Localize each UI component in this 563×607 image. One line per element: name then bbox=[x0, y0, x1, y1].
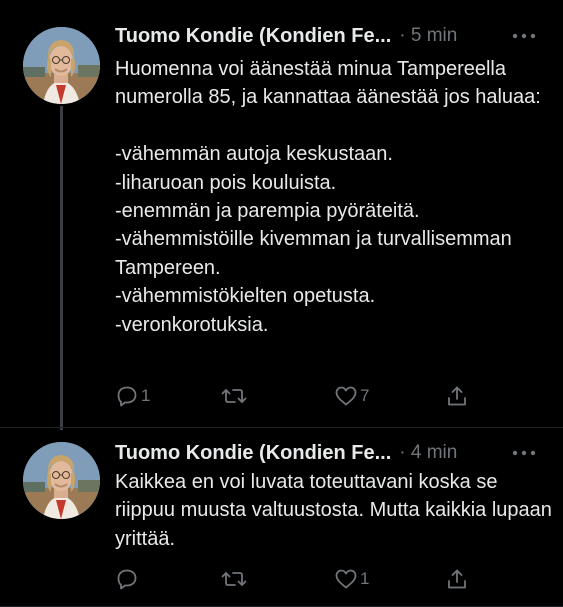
like-button[interactable]: 7 bbox=[334, 381, 369, 411]
reply-icon bbox=[117, 386, 137, 407]
like-button[interactable]: 1 bbox=[334, 564, 369, 594]
avatar[interactable] bbox=[23, 27, 100, 104]
like-icon bbox=[335, 386, 357, 406]
share-icon bbox=[448, 569, 466, 589]
tweet-header: Tuomo Kondie (Kondien Fe... · 5 min bbox=[115, 23, 545, 49]
like-count: 7 bbox=[360, 386, 370, 405]
share-icon bbox=[448, 386, 466, 406]
avatar-photo bbox=[23, 442, 100, 519]
like-count: 1 bbox=[360, 569, 370, 588]
timestamp[interactable]: · 4 min bbox=[399, 442, 457, 464]
retweet-button[interactable] bbox=[221, 381, 249, 411]
more-icon[interactable] bbox=[509, 25, 539, 47]
thread-connector-line bbox=[60, 106, 63, 430]
reply-count: 1 bbox=[141, 386, 151, 405]
like-icon bbox=[335, 569, 357, 589]
tweet-header: Tuomo Kondie (Kondien Fe... · 4 min bbox=[115, 440, 545, 466]
tweet[interactable]: Tuomo Kondie (Kondien Fe... · 4 min Kaik… bbox=[0, 428, 563, 607]
share-button[interactable] bbox=[445, 381, 469, 411]
avatar[interactable] bbox=[23, 442, 100, 519]
avatar-photo bbox=[23, 27, 100, 104]
reply-button[interactable] bbox=[115, 564, 141, 594]
more-icon[interactable] bbox=[509, 442, 539, 464]
tweet-text: Huomenna voi äänestää minua Tampereella … bbox=[115, 58, 541, 336]
retweet-button[interactable] bbox=[221, 564, 249, 594]
retweet-icon bbox=[221, 389, 247, 403]
reply-icon bbox=[117, 569, 137, 590]
tweet[interactable]: Tuomo Kondie (Kondien Fe... · 5 min Huom… bbox=[0, 0, 563, 430]
author-name[interactable]: Tuomo Kondie (Kondien Fe... bbox=[115, 442, 391, 465]
retweet-icon bbox=[221, 572, 247, 586]
author-name[interactable]: Tuomo Kondie (Kondien Fe... bbox=[115, 25, 391, 48]
share-button[interactable] bbox=[445, 564, 469, 594]
tweet-actions: 1 bbox=[115, 564, 555, 594]
tweet-text: Kaikkea en voi luvata toteuttavani koska… bbox=[115, 471, 552, 550]
tweet-actions: 1 7 bbox=[115, 381, 555, 411]
reply-button[interactable]: 1 bbox=[115, 381, 150, 411]
timestamp[interactable]: · 5 min bbox=[399, 25, 457, 47]
